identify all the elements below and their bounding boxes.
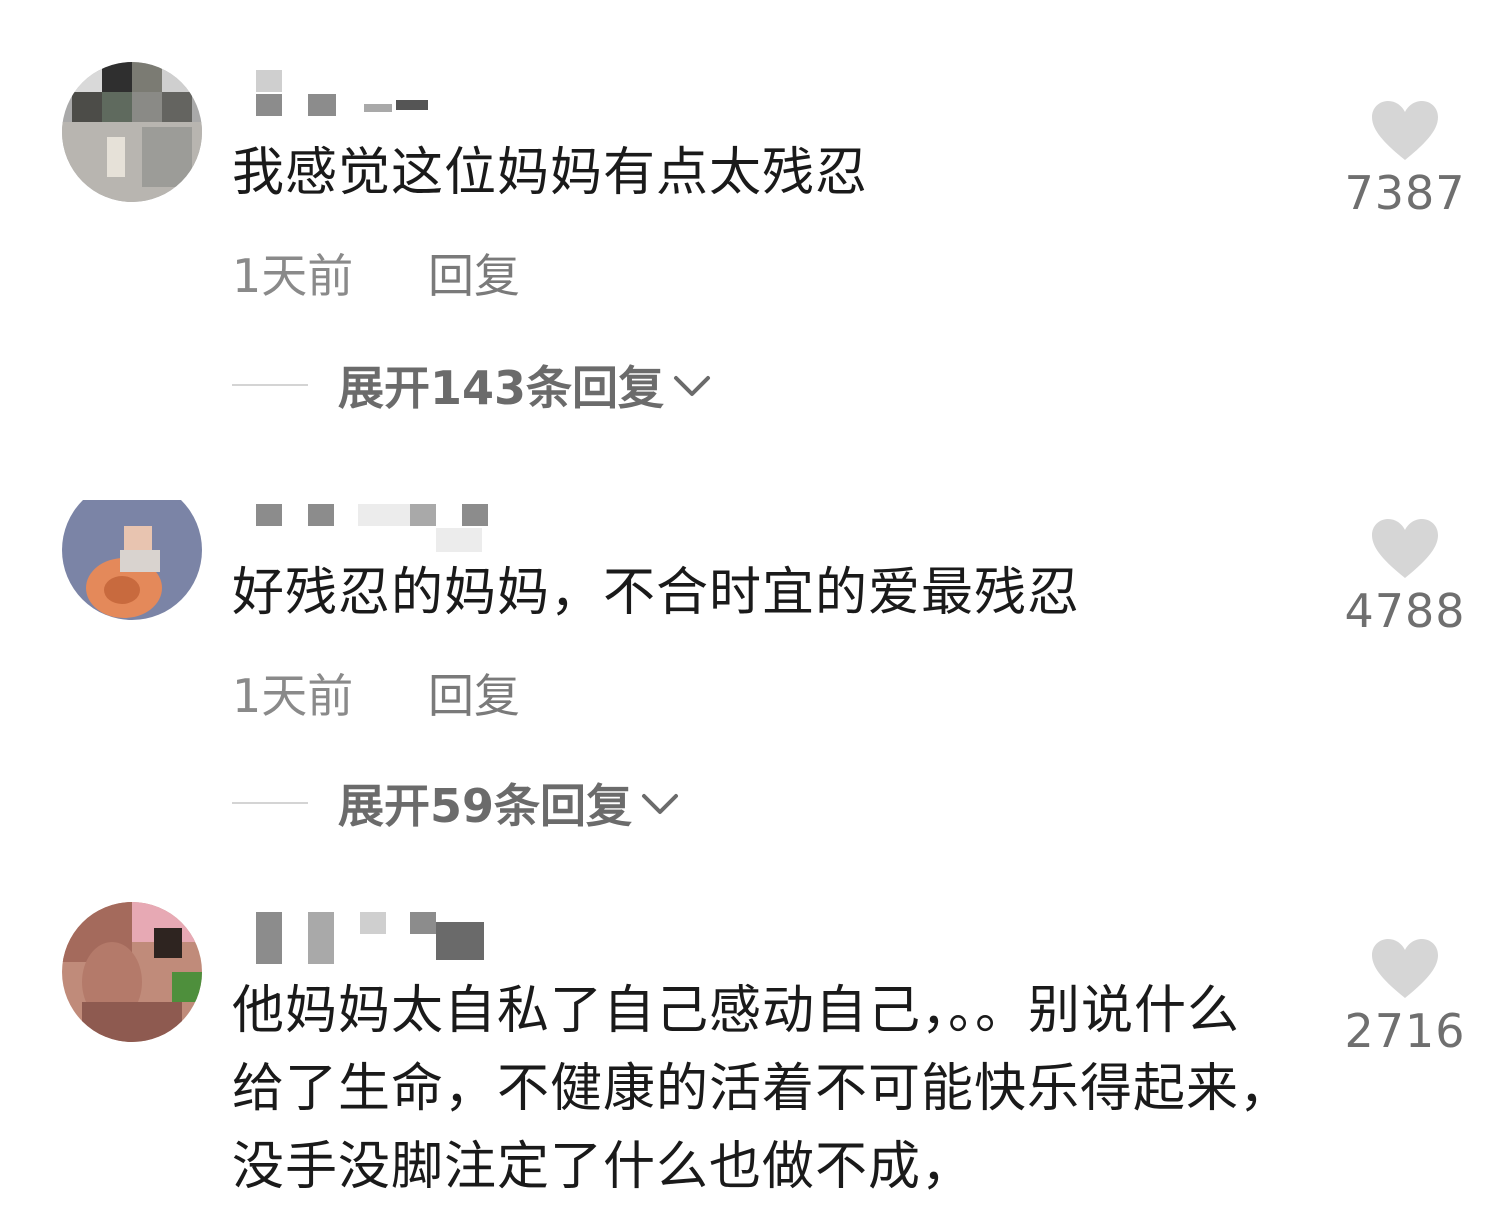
comment-time: 1天前: [232, 249, 354, 303]
comment-meta: 1天前 回复: [232, 240, 520, 306]
like-button[interactable]: 7387: [1340, 100, 1470, 220]
like-button[interactable]: 2716: [1340, 938, 1470, 1058]
like-count: 4788: [1344, 584, 1466, 638]
user-avatar[interactable]: [62, 902, 202, 1042]
heart-icon: [1372, 101, 1438, 160]
like-count: 7387: [1344, 166, 1466, 220]
comment-meta: 1天前 回复: [232, 660, 520, 726]
heart-icon: [1372, 519, 1438, 578]
expand-replies-button[interactable]: 展开59条回复: [232, 770, 680, 836]
chevron-down-icon: [674, 376, 711, 396]
username-blurred[interactable]: [256, 912, 496, 964]
comment-text: 他妈妈太自私了自己感动自己，。。别说什么给了生命，不健康的活着不可能快乐得起来，…: [232, 981, 1293, 1197]
reply-button[interactable]: 回复: [428, 240, 520, 306]
heart-icon: [1372, 939, 1438, 998]
comment-time: 1天前: [232, 669, 354, 723]
comment-text: 好残忍的妈妈，不合时宜的爱最残忍: [232, 563, 1081, 623]
user-avatar[interactable]: [62, 62, 202, 202]
divider-line: [232, 802, 308, 804]
user-avatar[interactable]: [62, 480, 202, 620]
expand-replies-button[interactable]: 展开143条回复: [232, 352, 712, 418]
username-blurred[interactable]: [256, 504, 496, 552]
avatar-image: [62, 62, 202, 202]
divider-line: [232, 384, 308, 386]
like-button[interactable]: 4788: [1340, 518, 1470, 638]
expand-replies-label: 展开143条回复: [338, 361, 665, 415]
reply-button[interactable]: 回复: [428, 660, 520, 726]
avatar-image: [62, 902, 202, 1042]
like-count: 2716: [1344, 1004, 1466, 1058]
avatar-image: [62, 480, 202, 620]
username-blurred[interactable]: [256, 70, 456, 116]
chevron-down-icon: [642, 794, 679, 814]
comment-text: 我感觉这位妈妈有点太残忍: [232, 143, 869, 203]
expand-replies-label: 展开59条回复: [338, 779, 633, 833]
